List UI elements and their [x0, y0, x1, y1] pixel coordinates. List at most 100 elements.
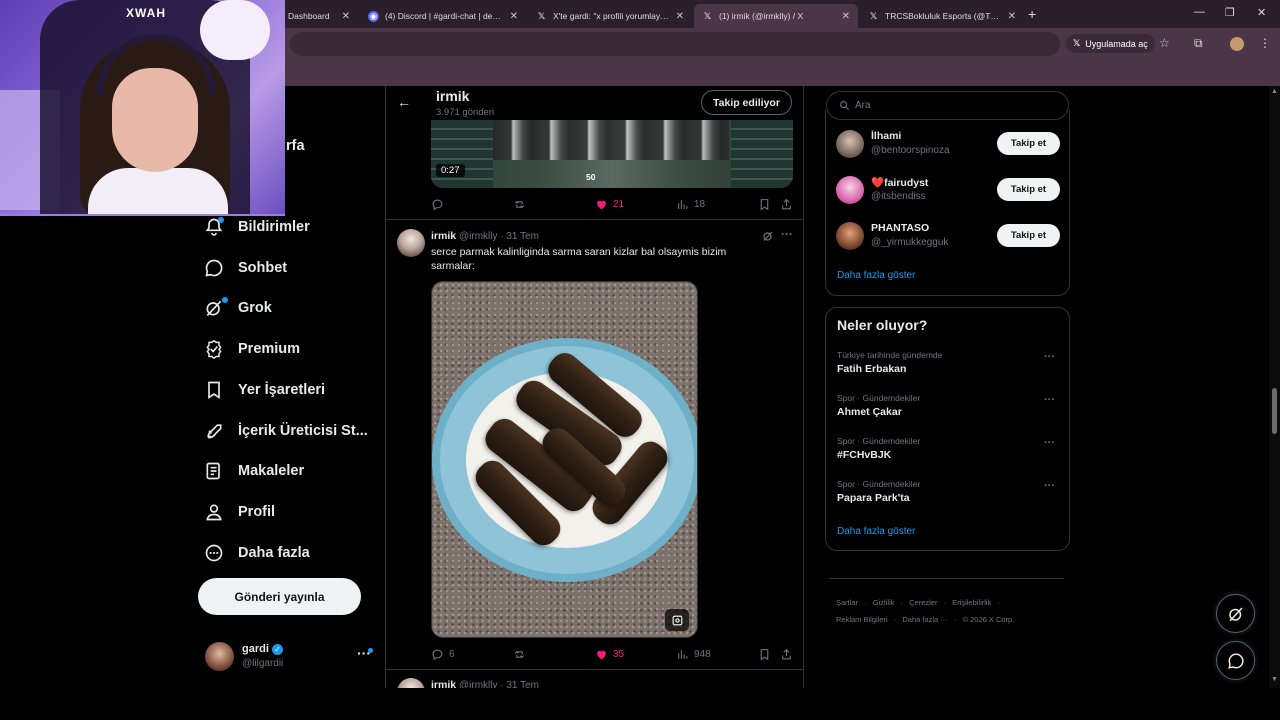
- footer-more-link[interactable]: Daha fazla ···: [902, 615, 947, 624]
- tweet-author-name[interactable]: irmik: [431, 230, 456, 242]
- nav-item-profile[interactable]: Profil: [204, 502, 275, 522]
- scoreboard-right: [731, 120, 793, 188]
- follow-button[interactable]: Takip et: [997, 178, 1060, 201]
- more-dots-icon[interactable]: ···: [1044, 394, 1055, 406]
- scroll-down-icon[interactable]: ▼: [1271, 676, 1278, 683]
- more-dots-icon[interactable]: ···: [1044, 480, 1055, 492]
- tab-x-irmik[interactable]: 𝕏 (1) irmik (@irmklly) / X ✕: [694, 4, 858, 28]
- close-tab-icon[interactable]: ✕: [510, 11, 518, 22]
- more-dots-icon[interactable]: ···: [781, 227, 793, 241]
- tweet-handle-time[interactable]: @irmklly · 31 Tem: [459, 680, 539, 688]
- trends-show-more-link[interactable]: Daha fazla göster: [837, 526, 915, 537]
- close-tab-icon[interactable]: ✕: [342, 11, 350, 22]
- footer-privacy-link[interactable]: Gizlilik: [873, 598, 895, 607]
- nav-item-creator-studio[interactable]: İçerik Üreticisi St...: [204, 421, 368, 441]
- nav-label: Premium: [238, 341, 301, 357]
- maximize-icon[interactable]: ❐: [1225, 6, 1235, 19]
- repost-button[interactable]: [513, 198, 531, 211]
- follow-button[interactable]: Takip et: [997, 132, 1060, 155]
- nav-item-partial[interactable]: rfa: [286, 138, 305, 154]
- grok-fab-button[interactable]: [1216, 594, 1255, 633]
- extensions-icon[interactable]: ⧉: [1194, 36, 1203, 51]
- views-button[interactable]: 18: [676, 198, 705, 211]
- back-arrow-icon[interactable]: ←: [397, 94, 411, 110]
- account-name: gardi ✓: [242, 643, 283, 655]
- more-dots-icon[interactable]: ···: [1044, 351, 1055, 363]
- reply-button[interactable]: [431, 198, 449, 211]
- avatar: [836, 176, 864, 204]
- trend-item[interactable]: Spor · Gündemdekiler Ahmet Çakar ···: [837, 393, 1059, 423]
- article-icon: [206, 462, 220, 480]
- avatar[interactable]: [397, 229, 425, 257]
- search-input[interactable]: Ara: [826, 91, 1069, 120]
- reply-count: 6: [449, 649, 455, 660]
- nav-item-articles[interactable]: Makaleler: [204, 461, 304, 481]
- webcam-overlay: XWAH: [0, 0, 285, 216]
- grok-icon: [206, 300, 222, 317]
- grok-icon: [1228, 606, 1243, 621]
- share-button[interactable]: [780, 198, 793, 211]
- footer-ads-info-link[interactable]: Reklam Bilgileri: [836, 615, 888, 624]
- trend-item[interactable]: Spor · Gündemdekiler Papara Park'ta ···: [837, 479, 1059, 509]
- tweet-author-name[interactable]: irmik: [431, 679, 456, 688]
- bookmark-button[interactable]: [758, 648, 771, 661]
- share-button[interactable]: [780, 648, 793, 661]
- trends-title: Neler oluyor?: [837, 317, 928, 333]
- close-tab-icon[interactable]: ✕: [1008, 11, 1016, 22]
- views-button[interactable]: 948: [676, 648, 711, 661]
- follow-suggestion[interactable]: İlhami @bentoorspinoza Takip et: [836, 128, 1061, 160]
- tab-x-trcs[interactable]: 𝕏 TRCSBokluluk Esports (@TRCSEsp ✕: [860, 4, 1024, 28]
- trend-item[interactable]: Spor · Gündemdekiler #FCHvBJK ···: [837, 436, 1059, 466]
- like-button[interactable]: 21: [595, 198, 624, 211]
- like-button[interactable]: 35: [595, 648, 624, 661]
- footer-terms-link[interactable]: Şartlar: [836, 598, 858, 607]
- browser-menu-icon[interactable]: ⋮: [1259, 36, 1271, 50]
- following-button[interactable]: Takip ediliyor: [701, 90, 792, 115]
- video-thumbnail[interactable]: 0:27 50: [431, 120, 793, 188]
- reply-icon: [432, 199, 443, 211]
- profile-avatar-icon[interactable]: [1230, 37, 1244, 51]
- page-scrollbar[interactable]: ▲ ▼: [1269, 86, 1280, 688]
- messages-fab-button[interactable]: [1216, 641, 1255, 680]
- reply-button[interactable]: 6: [431, 648, 455, 661]
- address-field[interactable]: [290, 32, 1060, 56]
- follow-button[interactable]: Takip et: [997, 224, 1060, 247]
- star-icon[interactable]: ☆: [1159, 36, 1170, 50]
- close-window-icon[interactable]: ✕: [1257, 6, 1266, 19]
- grok-icon[interactable]: [762, 230, 774, 242]
- new-tab-icon[interactable]: +: [1028, 6, 1036, 22]
- open-in-app-button[interactable]: 𝕏 Uygulamada aç: [1066, 34, 1155, 53]
- bookmark-icon: [208, 381, 220, 400]
- tab-title: (4) Discord | #gardi-chat | derin co: [385, 11, 504, 21]
- tweet-handle-time[interactable]: @irmklly · 31 Tem: [459, 231, 539, 242]
- nav-item-more[interactable]: Daha fazla: [204, 543, 310, 563]
- search-placeholder: Ara: [855, 100, 871, 111]
- tweet-photo-sarma[interactable]: [431, 281, 698, 638]
- nav-item-chat[interactable]: Sohbet: [204, 258, 287, 278]
- bookmark-button[interactable]: [758, 198, 771, 211]
- minimize-icon[interactable]: —: [1194, 6, 1205, 18]
- tab-x-gardi[interactable]: 𝕏 X'te gardi: "x profili yorumlayıp ti ✕: [528, 4, 692, 28]
- scroll-up-icon[interactable]: ▲: [1271, 88, 1278, 95]
- follow-suggestion[interactable]: ❤️fairudyst @itsbendiss Takip et: [836, 174, 1061, 206]
- avatar[interactable]: [397, 678, 425, 688]
- nav-item-premium[interactable]: Premium: [204, 339, 300, 359]
- close-tab-icon[interactable]: ✕: [676, 11, 684, 22]
- more-dots-icon[interactable]: ···: [1044, 437, 1055, 449]
- account-switcher[interactable]: gardi ✓ @lilgardii ···: [205, 641, 375, 673]
- footer-accessibility-link[interactable]: Erişilebilirlik: [952, 598, 991, 607]
- nav-item-grok[interactable]: Grok: [204, 298, 272, 318]
- tab-discord[interactable]: ◉ (4) Discord | #gardi-chat | derin co ✕: [360, 4, 526, 28]
- close-tab-icon[interactable]: ✕: [842, 11, 850, 22]
- tab-dashboard[interactable]: Dashboard ✕: [280, 4, 358, 28]
- scrollbar-thumb[interactable]: [1272, 388, 1277, 434]
- repost-button[interactable]: [513, 648, 531, 661]
- nav-item-bookmarks[interactable]: Yer İşaretleri: [204, 380, 325, 400]
- chair-brand-logo: XWAH: [126, 6, 166, 20]
- trend-item[interactable]: Türkiye tarihinde gündemde Fatih Erbakan…: [837, 350, 1059, 380]
- who-show-more-link[interactable]: Daha fazla göster: [837, 270, 915, 281]
- image-settings-icon[interactable]: [665, 609, 689, 631]
- follow-suggestion[interactable]: PHANTASO @_yirmukkegguk Takip et: [836, 220, 1061, 252]
- post-button[interactable]: Gönderi yayınla: [198, 578, 361, 615]
- footer-cookies-link[interactable]: Çerezler: [909, 598, 937, 607]
